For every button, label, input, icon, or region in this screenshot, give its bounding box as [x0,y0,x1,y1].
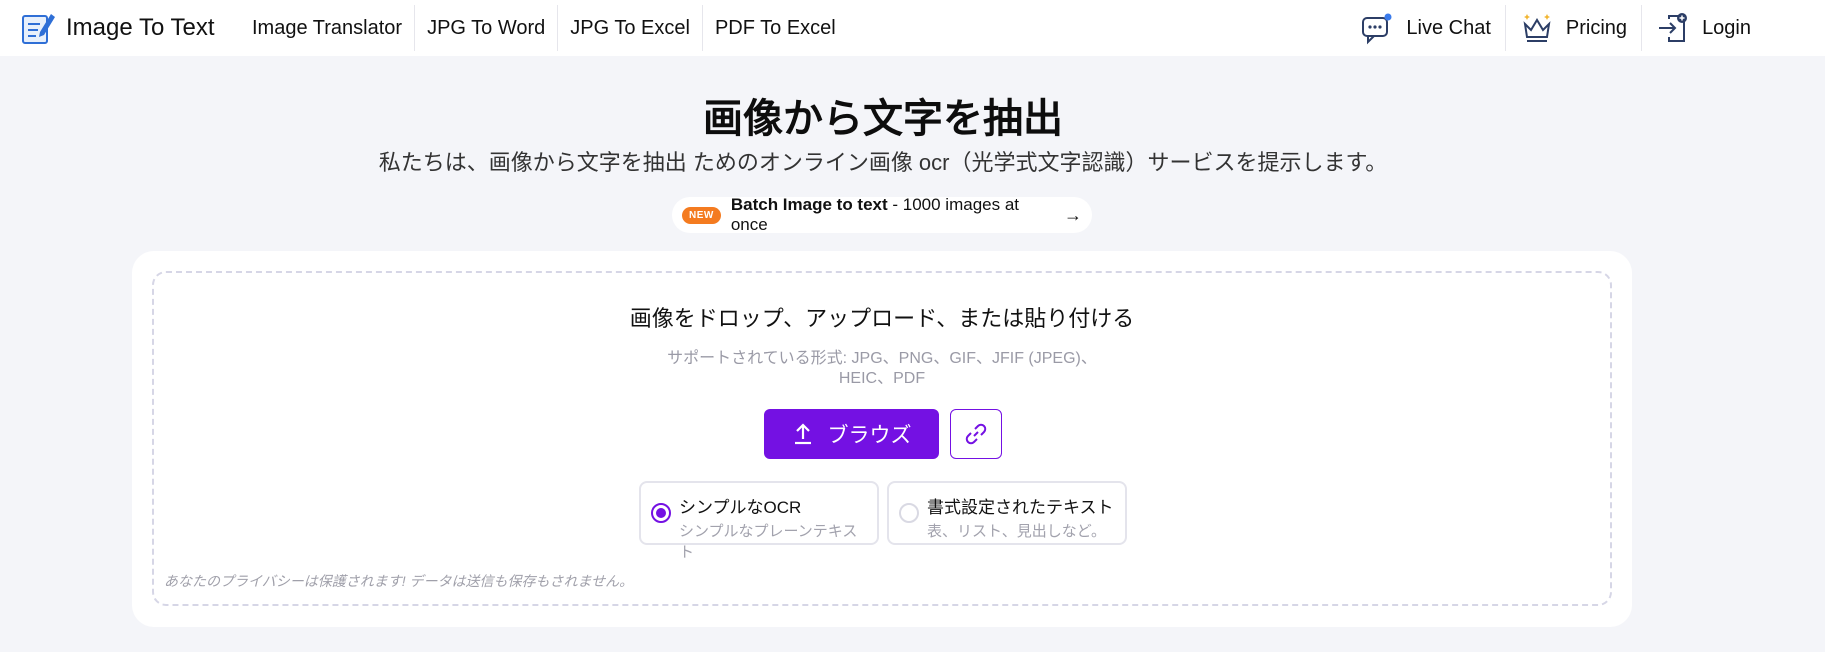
logo[interactable]: Image To Text [20,8,215,48]
new-badge: NEW [682,206,721,224]
crown-icon [1523,14,1551,42]
pricing-button[interactable]: Pricing [1506,6,1641,50]
batch-promo-link[interactable]: NEW Batch Image to text - 1000 images at… [672,195,1092,235]
live-chat-button[interactable]: Live Chat [1346,6,1505,50]
drop-zone[interactable]: 画像をドロップ、アップロード、または貼り付ける サポートされている形式: JPG… [152,271,1612,606]
page-title: 画像から文字を抽出 [703,97,1063,141]
upload-icon [794,423,811,445]
batch-promo-bold: Batch Image to text [730,195,888,214]
main-nav: Image Translator JPG To Word JPG To Exce… [240,5,848,51]
supported-formats-line1: サポートされている形式: JPG、PNG、GIF、JFIF (JPEG)、 [667,350,1097,367]
right-nav: Live Chat Pricing Login [1346,5,1765,51]
drop-zone-title: 画像をドロップ、アップロード、または貼り付ける [629,306,1135,331]
supported-formats-line2: HEIC、PDF [838,370,926,387]
login-icon [1659,13,1688,42]
live-chat-label: Live Chat [1406,16,1491,39]
radio-unselected[interactable] [899,503,919,523]
option-formatted-text[interactable]: 書式設定されたテキスト 表、リスト、見出しなど。 [887,481,1127,545]
browse-button[interactable]: ブラウズ [764,409,939,459]
notepad-pencil-icon [22,14,55,44]
radio-selected[interactable] [651,503,671,523]
browse-label: ブラウズ [827,424,912,447]
upload-card: 画像をドロップ、アップロード、または貼り付ける サポートされている形式: JPG… [132,251,1632,627]
batch-promo-text: Batch Image to text - 1000 images at onc… [731,195,1050,235]
pricing-label: Pricing [1565,16,1628,39]
option-subtitle: シンプルなプレーンテキスト [679,523,858,561]
top-header: Image To Text Image Translator JPG To Wo… [0,0,1825,56]
nav-image-translator[interactable]: Image Translator [240,10,414,46]
privacy-notice: あなたのプライバシーは保護されます! データは送信も保存もされません。 [164,573,634,589]
chat-bubble-icon [1362,13,1392,45]
paste-url-button[interactable] [950,409,1002,459]
login-label: Login [1702,16,1751,39]
nav-pdf-to-excel[interactable]: PDF To Excel [703,10,848,46]
page-subtitle: 私たちは、画像から文字を抽出 ためのオンライン画像 ocr（光学式文字認識）サー… [378,150,1388,175]
option-title: シンプルなOCR [679,498,802,517]
option-title: 書式設定されたテキスト [927,498,1114,517]
link-icon [965,423,987,445]
arrow-right-icon: → [1064,204,1082,225]
nav-jpg-to-word[interactable]: JPG To Word [415,10,557,46]
login-button[interactable]: Login [1642,6,1765,50]
logo-text: Image To Text [66,14,215,41]
option-subtitle: 表、リスト、見出しなど。 [927,523,1106,540]
nav-jpg-to-excel[interactable]: JPG To Excel [558,10,702,46]
option-simple-ocr[interactable]: シンプルなOCR シンプルなプレーンテキスト [639,481,879,561]
supported-formats: サポートされている形式: JPG、PNG、GIF、JFIF (JPEG)、 HE… [654,349,1110,389]
